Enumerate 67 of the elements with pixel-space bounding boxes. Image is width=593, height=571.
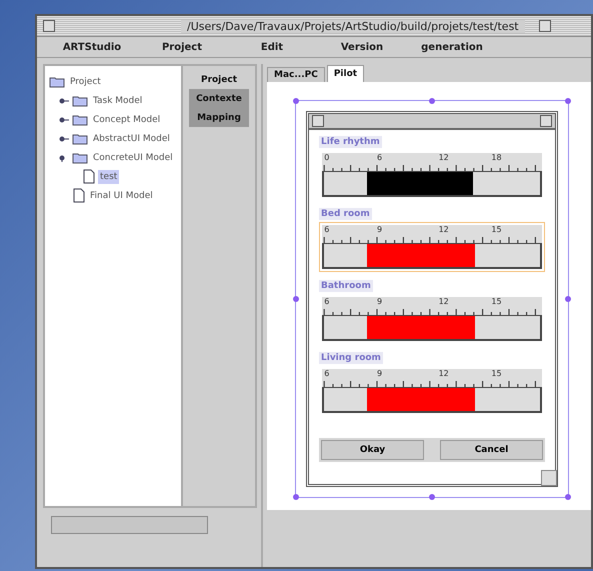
tick-label: 6: [324, 225, 330, 234]
slider-label: Bathroom: [319, 280, 373, 292]
resize-handle[interactable]: [293, 494, 299, 500]
range-slider[interactable]: [322, 315, 542, 341]
resize-handle[interactable]: [429, 98, 435, 104]
folder-icon: [72, 132, 88, 144]
range-slider[interactable]: [322, 387, 542, 413]
resize-grip-icon[interactable]: [541, 470, 557, 486]
tab[interactable]: Mac...PC: [267, 67, 325, 82]
resize-handle[interactable]: [565, 296, 571, 302]
menu-item[interactable]: generation: [407, 42, 497, 52]
side-button[interactable]: Contexte: [189, 89, 249, 108]
tick-label: 6: [324, 369, 330, 378]
tick-label: 12: [438, 369, 449, 378]
tree-item[interactable]: test: [98, 170, 120, 184]
tick-label: 15: [491, 297, 502, 306]
slider-label: Life rhythm: [319, 136, 382, 148]
zoom-box-icon[interactable]: [540, 115, 552, 127]
tick-label: 9: [377, 369, 382, 378]
tree-item[interactable]: ConcreteUI Model: [91, 150, 175, 164]
folder-icon: [49, 76, 65, 88]
status-field[interactable]: [51, 516, 208, 534]
tick-label: 6: [324, 297, 330, 306]
tick-label: 9: [377, 297, 382, 306]
window-title: /Users/Dave/Travaux/Projets/ArtStudio/build/projets/test/test: [181, 20, 525, 32]
resize-handle[interactable]: [429, 494, 435, 500]
tick-label: 12: [438, 297, 449, 306]
tree-item[interactable]: Concept Model: [91, 112, 162, 126]
resize-handle[interactable]: [293, 98, 299, 104]
tree-item[interactable]: Project: [68, 74, 103, 88]
close-box-icon[interactable]: [43, 20, 55, 32]
resize-handle[interactable]: [565, 494, 571, 500]
tick-label: 15: [491, 225, 502, 234]
tree-item[interactable]: Task Model: [91, 94, 144, 108]
resize-handle[interactable]: [565, 98, 571, 104]
resize-handle[interactable]: [293, 296, 299, 302]
tab[interactable]: Pilot: [326, 65, 364, 82]
dialog-button[interactable]: Okay: [321, 440, 424, 460]
folder-icon: [72, 94, 88, 106]
slider-label: Living room: [319, 352, 383, 364]
tick-label: 9: [377, 225, 382, 234]
tick-label: 12: [438, 225, 449, 234]
collapsed-toggle-icon[interactable]: [59, 96, 69, 104]
slider-label: Bed room: [319, 208, 372, 220]
menu-item[interactable]: Version: [317, 42, 407, 52]
tick-label: 12: [438, 153, 449, 162]
menu-item[interactable]: Edit: [227, 42, 317, 52]
collapsed-toggle-icon[interactable]: [59, 134, 69, 142]
range-slider[interactable]: [322, 171, 542, 197]
tick-label: 6: [377, 153, 382, 162]
dialog-button[interactable]: Cancel: [440, 440, 543, 460]
document-icon: [73, 188, 85, 203]
menu-item[interactable]: ARTStudio: [47, 42, 137, 52]
zoom-box-icon[interactable]: [538, 20, 551, 32]
folder-icon: [72, 114, 88, 126]
tree-item[interactable]: AbstractUI Model: [91, 132, 172, 146]
menu-item[interactable]: Project: [137, 42, 227, 52]
side-button[interactable]: Mapping: [189, 108, 249, 127]
tick-label: 18: [491, 153, 502, 162]
close-box-icon[interactable]: [312, 115, 324, 127]
tick-label: 15: [491, 369, 502, 378]
tick-label: 0: [324, 153, 330, 162]
tree-item[interactable]: Final UI Model: [88, 188, 155, 202]
collapsed-toggle-icon[interactable]: [59, 116, 69, 124]
document-icon: [83, 169, 95, 184]
range-slider[interactable]: [322, 243, 542, 269]
folder-icon: [72, 152, 88, 164]
